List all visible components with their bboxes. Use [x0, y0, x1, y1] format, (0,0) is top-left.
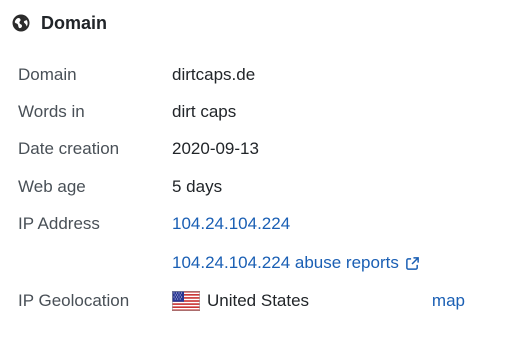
web-age-label: Web age: [18, 177, 86, 196]
row-abuse-reports: 104.24.104.224 abuse reports: [18, 250, 505, 276]
ip-geolocation-value: United States: [207, 291, 310, 310]
external-link-icon[interactable]: [405, 256, 420, 271]
row-ip-geolocation: IP Geolocation United States map: [18, 288, 505, 314]
web-age-value: 5 days: [172, 177, 223, 196]
map-link[interactable]: map: [432, 291, 465, 311]
ip-geolocation-label: IP Geolocation: [18, 291, 130, 310]
card-header: Domain: [12, 10, 107, 36]
row-ip-address: IP Address 104.24.104.224: [18, 211, 505, 237]
ip-address-label: IP Address: [18, 214, 100, 233]
date-creation-value: 2020-09-13: [172, 139, 259, 158]
domain-info-card: Domain Domain dirtcaps.de Words in dirt …: [0, 0, 525, 342]
date-creation-label: Date creation: [18, 139, 120, 158]
row-domain: Domain dirtcaps.de: [18, 62, 505, 88]
words-label: Words in: [18, 102, 85, 121]
domain-label: Domain: [18, 65, 77, 84]
row-words: Words in dirt caps: [18, 99, 505, 125]
row-date-creation: Date creation 2020-09-13: [18, 136, 505, 162]
domain-value: dirtcaps.de: [172, 65, 256, 84]
card-title: Domain: [41, 12, 108, 33]
row-web-age: Web age 5 days: [18, 174, 505, 200]
abuse-reports-link[interactable]: 104.24.104.224 abuse reports: [172, 253, 399, 273]
us-flag-icon: [172, 291, 200, 311]
words-value: dirt caps: [172, 102, 237, 121]
ip-address-link[interactable]: 104.24.104.224: [172, 214, 290, 234]
globe-icon: [12, 14, 30, 32]
